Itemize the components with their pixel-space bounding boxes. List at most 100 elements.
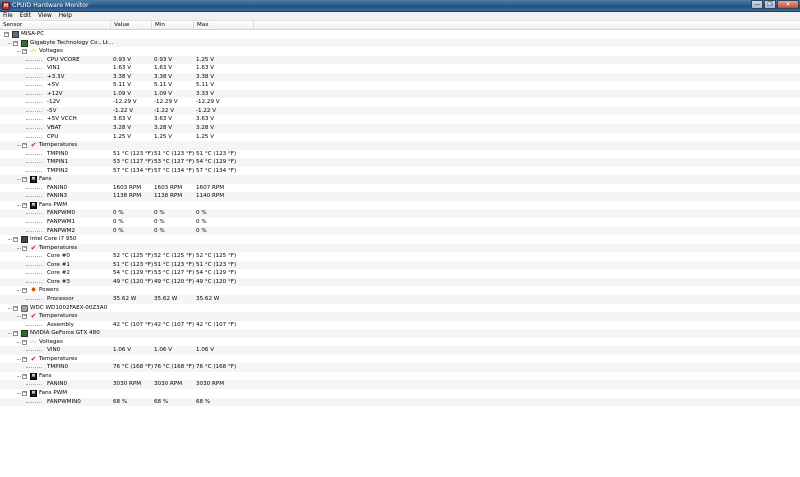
collapse-toggle[interactable]: − xyxy=(13,305,18,311)
collapse-toggle[interactable]: − xyxy=(22,288,27,294)
collapse-toggle[interactable]: − xyxy=(22,202,27,208)
column-min[interactable]: Min xyxy=(152,21,194,30)
sensor-tree[interactable]: − MISA-PC − Gigabyte Technology Co., Lt... −… xyxy=(0,30,800,407)
column-max[interactable]: Max xyxy=(194,21,254,30)
tree-connector xyxy=(17,316,21,318)
collapse-toggle[interactable]: − xyxy=(4,32,9,37)
collapse-toggle[interactable]: − xyxy=(22,177,27,183)
sensor-row[interactable]: +12V 1.09 V 1.09 V 3.33 V xyxy=(0,89,800,99)
collapse-toggle[interactable]: − xyxy=(22,339,27,345)
sensor-row[interactable]: FANPWMIN0 68 % 68 % 68 % xyxy=(0,397,800,407)
collapse-toggle[interactable]: − xyxy=(22,390,27,396)
tree-connector xyxy=(26,384,42,386)
node-label: Gigabyte Technology Co., Lt... xyxy=(30,39,114,46)
maximize-button[interactable]: ❐ xyxy=(764,0,776,9)
sensor-row[interactable]: FANPWM2 0 % 0 % 0 % xyxy=(0,226,800,236)
sensor-min: 57 °C (134 °F) xyxy=(154,167,195,174)
app-icon: H xyxy=(2,2,10,10)
sensor-value: 3.63 V xyxy=(113,116,132,123)
sensor-row[interactable]: FANPWM1 0 % 0 % 0 % xyxy=(0,218,800,227)
tree-node[interactable]: − ✔ Temperatures xyxy=(0,355,800,364)
sensor-row[interactable]: Core #2 54 °C (129 °F) 53 °C (127 °F) 54 °C… xyxy=(0,269,800,278)
tree-node[interactable]: − ✖ Fans xyxy=(0,175,800,184)
sensor-row[interactable]: Assembly 42 °C (107 °F) 42 °C (107 °F) 42 °… xyxy=(0,321,800,330)
sensor-min: 3.38 V xyxy=(154,73,173,80)
sensor-max: 76 °C (168 °F) xyxy=(196,364,237,371)
sensor-row[interactable]: CPU 1.25 V 1.25 V 1.25 V xyxy=(0,133,800,142)
sensor-row[interactable]: Processor 35.62 W 35.62 W 35.62 W xyxy=(0,294,800,304)
sensor-row[interactable]: VIN0 1.06 V 1.06 V 1.06 V xyxy=(0,346,800,355)
sensor-row[interactable]: +3.3V 3.38 V 3.38 V 3.38 V xyxy=(0,72,800,82)
sensor-min: 0.93 V xyxy=(154,56,173,63)
tree-node[interactable]: − ✖ Fans PWM xyxy=(0,389,800,398)
column-sensor[interactable]: Sensor xyxy=(0,21,111,30)
sensor-max: 57 °C (134 °F) xyxy=(196,167,237,174)
tree-node[interactable]: − MISA-PC xyxy=(0,30,800,39)
sensor-row[interactable]: VBAT 3.28 V 3.28 V 3.28 V xyxy=(0,124,800,133)
sensor-row[interactable]: FANIN3 1138 RPM 1138 RPM 1140 RPM xyxy=(0,192,800,201)
tree-node[interactable]: − 〰 Voltages xyxy=(0,47,800,56)
tree-node[interactable]: − ✖ Fans xyxy=(0,372,800,381)
sensor-row[interactable]: TMPIN0 51 °C (123 °F) 51 °C (123 °F) 51 °C … xyxy=(0,150,800,159)
sensor-max: 1.06 V xyxy=(196,347,215,354)
tree-node[interactable]: − ✸ Powers xyxy=(0,286,800,295)
sensor-row[interactable]: +5V 5.11 V 5.11 V 5.11 V xyxy=(0,81,800,90)
sensor-row[interactable]: TMPIN2 57 °C (134 °F) 57 °C (134 °F) 57 °C … xyxy=(0,167,800,176)
cpu-icon xyxy=(21,236,28,244)
collapse-toggle[interactable]: − xyxy=(22,373,27,379)
collapse-toggle[interactable]: − xyxy=(13,237,18,243)
sensor-row[interactable]: TMPIN0 76 °C (168 °F) 76 °C (168 °F) 76 °C … xyxy=(0,363,800,372)
node-label: Temperatures xyxy=(39,355,78,362)
sensor-row[interactable]: Core #3 49 °C (120 °F) 49 °C (120 °F) 49 °C… xyxy=(0,277,800,287)
column-value[interactable]: Value xyxy=(111,21,152,30)
sensor-max: 0 % xyxy=(196,210,207,217)
sensor-row[interactable]: -5V -1.22 V -1.22 V -1.22 V xyxy=(0,106,800,116)
tree-connector xyxy=(17,375,21,377)
menu-help[interactable]: Help xyxy=(56,12,76,20)
sensor-row[interactable]: FANIN0 3030 RPM 3030 RPM 3030 RPM xyxy=(0,380,800,389)
title-bar[interactable]: H CPUID Hardware Monitor — ❐ ✕ xyxy=(0,0,800,12)
sensor-row[interactable]: Core #1 51 °C (123 °F) 51 °C (123 °F) 51 °C… xyxy=(0,260,800,270)
collapse-toggle[interactable]: − xyxy=(22,245,27,251)
sensor-min: 42 °C (107 °F) xyxy=(154,321,195,328)
tree-node[interactable]: − ✔ Temperatures xyxy=(0,312,800,321)
sensor-max: -1.22 V xyxy=(196,107,217,114)
sensor-row[interactable]: Core #0 52 °C (125 °F) 52 °C (125 °F) 52 °C… xyxy=(0,252,800,261)
collapse-toggle[interactable]: − xyxy=(22,356,27,362)
tree-node[interactable]: − 〰 Voltages xyxy=(0,338,800,347)
sensor-name: +5V VCCH xyxy=(47,116,77,123)
minimize-button[interactable]: — xyxy=(751,0,763,9)
tree-node[interactable]: − Intel Core i7 950 xyxy=(0,235,800,244)
sensor-value: 51 °C (123 °F) xyxy=(113,150,154,157)
tree-node[interactable]: − ✖ Fans PWM xyxy=(0,201,800,210)
collapse-toggle[interactable]: − xyxy=(22,314,27,320)
sensor-row[interactable]: VIN1 1.63 V 1.63 V 1.63 V xyxy=(0,64,800,73)
menu-view[interactable]: View xyxy=(35,12,56,20)
collapse-toggle[interactable]: − xyxy=(13,331,18,337)
collapse-toggle[interactable]: − xyxy=(22,49,27,55)
node-label: Temperatures xyxy=(39,244,78,251)
sensor-row[interactable]: TMPIN1 53 °C (127 °F) 53 °C (127 °F) 54 °C … xyxy=(0,158,800,167)
menu-edit[interactable]: Edit xyxy=(17,12,35,20)
sensor-row[interactable]: -12V -12.29 V -12.29 V -12.29 V xyxy=(0,98,800,107)
sensor-min: 1.25 V xyxy=(154,133,173,140)
sensor-row[interactable]: FANIN0 1603 RPM 1603 RPM 1607 RPM xyxy=(0,184,800,193)
tree-node[interactable]: − Gigabyte Technology Co., Lt... xyxy=(0,38,800,48)
tree-connector xyxy=(8,333,12,335)
sensor-value: 1138 RPM xyxy=(113,193,142,200)
tree-node[interactable]: − NVIDIA GeForce GTX 480 xyxy=(0,329,800,338)
tree-node[interactable]: − WDC WD1002FAEX-00Z3A0 xyxy=(0,304,800,313)
sensor-row[interactable]: +5V VCCH 3.63 V 3.63 V 3.63 V xyxy=(0,115,800,124)
tree-node[interactable]: − ✔ Temperatures xyxy=(0,141,800,150)
thermometer-icon: ✔ xyxy=(30,312,37,321)
collapse-toggle[interactable]: − xyxy=(13,40,18,46)
sensor-value: 53 °C (127 °F) xyxy=(113,159,154,166)
tree-node[interactable]: − ✔ Temperatures xyxy=(0,243,800,253)
voltage-icon: 〰 xyxy=(30,337,37,346)
sensor-row[interactable]: FANPWM0 0 % 0 % 0 % xyxy=(0,209,800,219)
sensor-row[interactable]: CPU VCORE 0.93 V 0.93 V 1.25 V xyxy=(0,55,800,65)
close-button[interactable]: ✕ xyxy=(777,0,799,9)
sensor-value: 0 % xyxy=(113,227,124,234)
collapse-toggle[interactable]: − xyxy=(22,143,27,149)
menu-file[interactable]: File xyxy=(0,12,17,20)
